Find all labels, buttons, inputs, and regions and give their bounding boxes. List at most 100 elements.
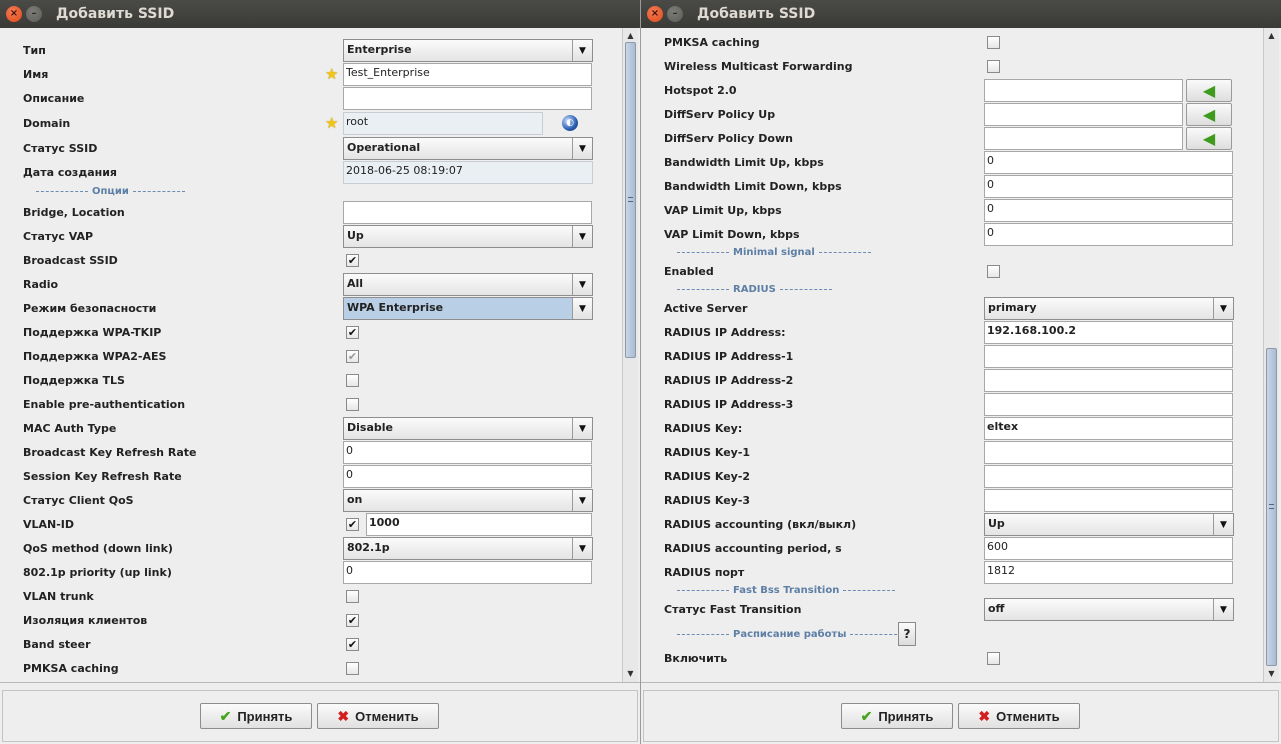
row-qos-method: QoS method (down link) 802.1p ▼ xyxy=(0,537,622,561)
row-radius-ip1: RADIUS IP Address-1 xyxy=(641,345,1263,369)
active-server-select[interactable]: primary ▼ xyxy=(984,297,1234,320)
label-wmf: Wireless Multicast Forwarding xyxy=(664,60,853,73)
vlan-id-checkbox[interactable]: ✔ xyxy=(346,518,359,531)
preauth-checkbox[interactable] xyxy=(346,398,359,411)
arrow-left-icon[interactable]: ◀ xyxy=(1186,127,1232,150)
mac-auth-select[interactable]: Disable ▼ xyxy=(343,417,593,440)
label-radius-ip: RADIUS IP Address: xyxy=(664,326,786,339)
accept-button[interactable]: ✔ Принять xyxy=(841,703,953,729)
row-session-key: Session Key Refresh Rate 0 xyxy=(0,465,622,489)
chevron-down-icon[interactable]: ▼ xyxy=(1213,298,1233,319)
radius-key3-input[interactable] xyxy=(984,489,1233,512)
pmksa-checkbox[interactable] xyxy=(987,36,1000,49)
chevron-down-icon[interactable]: ▼ xyxy=(572,274,592,295)
radio-select[interactable]: All ▼ xyxy=(343,273,593,296)
wpa-tkip-checkbox[interactable]: ✔ xyxy=(346,326,359,339)
scroll-down-icon[interactable]: ▼ xyxy=(1266,668,1277,680)
row-radius-ip3: RADIUS IP Address-3 xyxy=(641,393,1263,417)
arrow-left-icon[interactable]: ◀ xyxy=(1186,79,1232,102)
tls-checkbox[interactable] xyxy=(346,374,359,387)
scroll-thumb[interactable] xyxy=(625,42,636,358)
close-icon[interactable]: × xyxy=(6,6,22,22)
client-qos-select[interactable]: on ▼ xyxy=(343,489,593,512)
enable-checkbox[interactable] xyxy=(987,652,1000,665)
chevron-down-icon[interactable]: ▼ xyxy=(572,40,592,61)
chevron-down-icon[interactable]: ▼ xyxy=(572,418,592,439)
band-steer-checkbox[interactable]: ✔ xyxy=(346,638,359,651)
scroll-up-icon[interactable]: ▲ xyxy=(625,30,636,42)
chevron-down-icon[interactable]: ▼ xyxy=(572,226,592,247)
row-domain: Domain ★ root ◐ xyxy=(0,112,622,136)
pmksa-checkbox[interactable] xyxy=(346,662,359,675)
vap-up-input[interactable]: 0 xyxy=(984,199,1233,222)
enabled-checkbox[interactable] xyxy=(987,265,1000,278)
radius-key1-input[interactable] xyxy=(984,441,1233,464)
vertical-scrollbar[interactable]: ▲ ▼ xyxy=(622,28,638,682)
qos-method-select[interactable]: 802.1p ▼ xyxy=(343,537,593,560)
vap-status-select[interactable]: Up ▼ xyxy=(343,225,593,248)
form-panel: PMKSA caching Wireless Multicast Forward… xyxy=(641,28,1263,682)
diffserv-up-input[interactable] xyxy=(984,103,1183,126)
label-security-mode: Режим безопасности xyxy=(23,302,157,315)
vlan-trunk-checkbox[interactable] xyxy=(346,590,359,603)
radius-port-input[interactable]: 1812 xyxy=(984,561,1233,584)
cancel-button[interactable]: ✖ Отменить xyxy=(958,703,1080,729)
vertical-scrollbar[interactable]: ▲ ▼ xyxy=(1263,28,1279,682)
session-key-refresh-input[interactable]: 0 xyxy=(343,465,592,488)
priority-up-input[interactable]: 0 xyxy=(343,561,592,584)
radius-key-input[interactable]: eltex xyxy=(984,417,1233,440)
scroll-up-icon[interactable]: ▲ xyxy=(1266,30,1277,42)
help-button[interactable]: ? xyxy=(898,622,916,646)
bcast-key-refresh-input[interactable]: 0 xyxy=(343,441,592,464)
chevron-down-icon[interactable]: ▼ xyxy=(1213,514,1233,535)
chevron-down-icon[interactable]: ▼ xyxy=(572,298,592,319)
diffserv-down-input[interactable] xyxy=(984,127,1183,150)
titlebar: × – Добавить SSID xyxy=(0,0,640,28)
row-vap-up: VAP Limit Up, kbps 0 xyxy=(641,199,1263,223)
vap-down-input[interactable]: 0 xyxy=(984,223,1233,246)
radius-ip3-input[interactable] xyxy=(984,393,1233,416)
fast-transition-select[interactable]: off ▼ xyxy=(984,598,1234,621)
wmf-checkbox[interactable] xyxy=(987,60,1000,73)
radius-acct-period-input[interactable]: 600 xyxy=(984,537,1233,560)
row-band-steer: Band steer ✔ xyxy=(0,633,622,657)
description-input[interactable] xyxy=(343,87,592,110)
minimize-icon[interactable]: – xyxy=(667,6,683,22)
radius-ip2-input[interactable] xyxy=(984,369,1233,392)
scroll-down-icon[interactable]: ▼ xyxy=(625,668,636,680)
radius-ip1-input[interactable] xyxy=(984,345,1233,368)
broadcast-ssid-checkbox[interactable]: ✔ xyxy=(346,254,359,267)
label-radius-ip3: RADIUS IP Address-3 xyxy=(664,398,794,411)
radius-key2-input[interactable] xyxy=(984,465,1233,488)
chevron-down-icon[interactable]: ▼ xyxy=(572,490,592,511)
bw-up-input[interactable]: 0 xyxy=(984,151,1233,174)
chevron-down-icon[interactable]: ▼ xyxy=(1213,599,1233,620)
row-bw-up: Bandwidth Limit Up, kbps 0 xyxy=(641,151,1263,175)
accept-button[interactable]: ✔ Принять xyxy=(200,703,312,729)
security-mode-select[interactable]: WPA Enterprise ▼ xyxy=(343,297,593,320)
cancel-button[interactable]: ✖ Отменить xyxy=(317,703,439,729)
cross-icon: ✖ xyxy=(337,707,350,724)
minimize-icon[interactable]: – xyxy=(26,6,42,22)
created-field: 2018-06-25 08:19:07 xyxy=(343,161,593,184)
client-isolation-checkbox[interactable]: ✔ xyxy=(346,614,359,627)
scroll-thumb[interactable] xyxy=(1266,348,1277,666)
bw-down-input[interactable]: 0 xyxy=(984,175,1233,198)
chevron-down-icon[interactable]: ▼ xyxy=(572,138,592,159)
vlan-id-input[interactable]: 1000 xyxy=(366,513,592,536)
label-client-qos: Статус Client QoS xyxy=(23,494,134,507)
row-radius-accounting: RADIUS accounting (вкл/выкл) Up ▼ xyxy=(641,513,1263,537)
arrow-left-icon[interactable]: ◀ xyxy=(1186,103,1232,126)
radius-ip-input[interactable]: 192.168.100.2 xyxy=(984,321,1233,344)
wpa2-aes-checkbox[interactable]: ✔ xyxy=(346,350,359,363)
close-icon[interactable]: × xyxy=(647,6,663,22)
radius-accounting-select[interactable]: Up ▼ xyxy=(984,513,1234,536)
chevron-down-icon[interactable]: ▼ xyxy=(572,538,592,559)
type-select[interactable]: Enterprise ▼ xyxy=(343,39,593,62)
hotspot-input[interactable] xyxy=(984,79,1183,102)
bridge-location-input[interactable] xyxy=(343,201,592,224)
name-input[interactable]: Test_Enterprise xyxy=(343,63,592,86)
ssid-status-select[interactable]: Operational ▼ xyxy=(343,137,593,160)
label-tls: Поддержка TLS xyxy=(23,374,125,387)
globe-icon[interactable]: ◐ xyxy=(562,115,578,131)
